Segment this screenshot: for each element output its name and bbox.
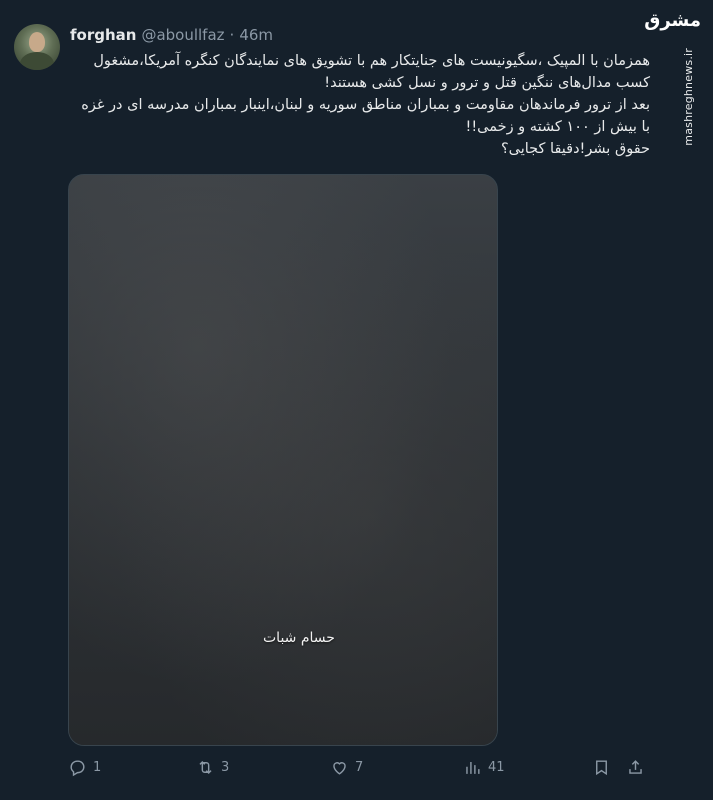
tweet-media[interactable]: حسام شبات: [68, 174, 498, 746]
tweet-paragraph-2: بعد از ترور فرماندهان مقاومت و بمباران م…: [81, 97, 650, 135]
reply-count: 1: [93, 760, 102, 775]
retweet-icon: [199, 760, 212, 775]
tweet-time[interactable]: 46m: [239, 26, 273, 44]
views-count: 41: [488, 760, 505, 775]
retweet-button[interactable]: 3: [196, 758, 229, 777]
analytics-icon: [466, 761, 480, 774]
reply-icon: [70, 760, 85, 777]
action-bar: 1 3 7 41: [68, 758, 646, 782]
media-placeholder: [69, 175, 497, 745]
tweet-text: همزمان با المپیک ،سگیونیست های جنایتکار …: [70, 50, 650, 160]
tweet-paragraph-1: همزمان با المپیک ،سگیونیست های جنایتکار …: [93, 53, 650, 91]
avatar-body: [20, 52, 54, 70]
tweet: forghan @aboullfaz · 46m مشرق mashreghne…: [0, 0, 713, 800]
views-button[interactable]: 41: [463, 758, 505, 777]
watermark: مشرق mashreghnews.ir: [644, 8, 703, 146]
share-icon: [629, 760, 642, 774]
bookmark-button[interactable]: [592, 758, 611, 777]
watermark-logo: مشرق: [644, 10, 701, 31]
header-separator: ·: [229, 26, 235, 44]
reply-button[interactable]: 1: [68, 758, 101, 777]
avatar-face: [29, 32, 45, 52]
tweet-header: forghan @aboullfaz · 46m: [70, 26, 273, 44]
author-handle[interactable]: @aboullfaz: [141, 26, 224, 44]
media-caption: حسام شبات: [263, 630, 335, 646]
retweet-count: 3: [221, 760, 230, 775]
bookmark-icon: [596, 760, 607, 776]
share-button[interactable]: [626, 758, 645, 777]
heart-icon: [333, 762, 346, 775]
watermark-url: mashreghnews.ir: [682, 48, 695, 146]
tweet-paragraph-3: حقوق بشر!دقیقا کجایی؟: [500, 141, 650, 157]
like-button[interactable]: 7: [330, 758, 363, 777]
avatar[interactable]: [14, 24, 60, 70]
like-count: 7: [355, 760, 364, 775]
author-name[interactable]: forghan: [70, 26, 136, 44]
